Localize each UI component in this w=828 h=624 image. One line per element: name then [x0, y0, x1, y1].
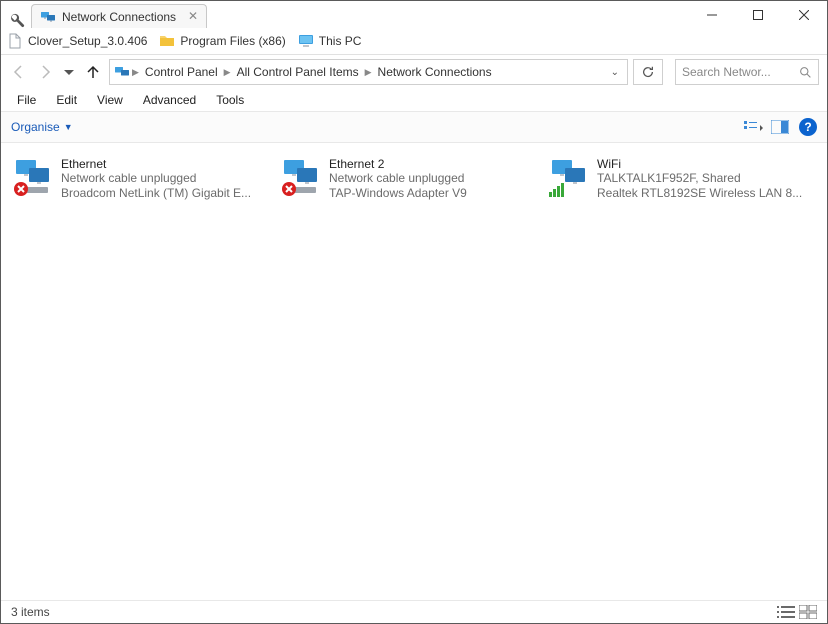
- menu-edit[interactable]: Edit: [48, 91, 85, 109]
- view-options-button[interactable]: [741, 116, 767, 138]
- menu-tools[interactable]: Tools: [208, 91, 252, 109]
- up-button[interactable]: [83, 62, 103, 82]
- breadcrumb-segment[interactable]: All Control Panel Items: [233, 63, 363, 81]
- organise-button[interactable]: Organise ▼: [11, 120, 73, 134]
- search-placeholder: Search Networ...: [682, 65, 793, 79]
- network-adapter-icon: [13, 157, 53, 197]
- back-button[interactable]: [9, 62, 29, 82]
- chevron-down-icon: ▼: [64, 122, 73, 132]
- close-button[interactable]: [781, 1, 827, 28]
- connection-name: Ethernet: [61, 157, 269, 171]
- address-bar[interactable]: ▶ Control Panel ▶ All Control Panel Item…: [109, 59, 628, 85]
- connection-device: Realtek RTL8192SE Wireless LAN 8...: [597, 186, 805, 201]
- favorite-this-pc[interactable]: This PC: [298, 33, 362, 49]
- connections-list: Ethernet Network cable unplugged Broadco…: [1, 143, 827, 600]
- tab-title: Network Connections: [62, 10, 176, 24]
- menu-bar: File Edit View Advanced Tools: [1, 89, 827, 111]
- recent-locations-button[interactable]: [61, 64, 77, 80]
- favorites-bar: Clover_Setup_3.0.406 Program Files (x86)…: [1, 28, 827, 55]
- error-overlay-icon: [13, 181, 29, 197]
- minimize-button[interactable]: [689, 1, 735, 28]
- favorite-clover-setup[interactable]: Clover_Setup_3.0.406: [7, 33, 147, 49]
- chevron-right-icon[interactable]: ▶: [365, 67, 372, 78]
- menu-file[interactable]: File: [9, 91, 44, 109]
- breadcrumb-segment[interactable]: Control Panel: [141, 63, 222, 81]
- window-controls: [689, 1, 827, 28]
- tab-strip: Network Connections ✕: [1, 1, 689, 28]
- connection-item[interactable]: WiFi TALKTALK1F952F, Shared Realtek RTL8…: [543, 153, 811, 205]
- explorer-window: Network Connections ✕ Clover_Setup_3.0.4…: [0, 0, 828, 624]
- file-icon: [7, 33, 23, 49]
- preview-pane-button[interactable]: [767, 116, 793, 138]
- chevron-right-icon[interactable]: ▶: [224, 67, 231, 78]
- organise-label: Organise: [11, 120, 60, 134]
- breadcrumb-segment[interactable]: Network Connections: [374, 63, 496, 81]
- search-icon: [799, 66, 812, 79]
- status-bar: 3 items: [1, 600, 827, 623]
- this-pc-icon: [298, 33, 314, 49]
- network-connections-icon: [40, 9, 56, 25]
- wifi-signal-icon: [549, 181, 567, 197]
- chevron-right-icon[interactable]: ▶: [132, 67, 139, 78]
- connection-item[interactable]: Ethernet Network cable unplugged Broadco…: [7, 153, 275, 205]
- connection-status: TALKTALK1F952F, Shared: [597, 171, 805, 186]
- favorite-program-files[interactable]: Program Files (x86): [159, 33, 285, 49]
- details-view-icon[interactable]: [777, 605, 795, 619]
- refresh-button[interactable]: [633, 59, 663, 85]
- folder-icon: [159, 33, 175, 49]
- connection-name: WiFi: [597, 157, 805, 171]
- wrench-icon: [9, 12, 25, 28]
- network-adapter-icon: [549, 157, 589, 197]
- address-dropdown-icon[interactable]: ⌄: [611, 67, 623, 78]
- favorite-label: Program Files (x86): [180, 34, 285, 48]
- tiles-view-icon[interactable]: [799, 605, 817, 619]
- navigation-bar: ▶ Control Panel ▶ All Control Panel Item…: [1, 55, 827, 89]
- tab-close-icon[interactable]: ✕: [188, 9, 198, 23]
- menu-advanced[interactable]: Advanced: [135, 91, 204, 109]
- maximize-button[interactable]: [735, 1, 781, 28]
- command-bar: Organise ▼ ?: [1, 111, 827, 143]
- forward-button[interactable]: [35, 62, 55, 82]
- network-connections-icon: [114, 64, 130, 80]
- tab-network-connections[interactable]: Network Connections ✕: [31, 4, 207, 28]
- error-overlay-icon: [281, 181, 297, 197]
- favorite-label: This PC: [319, 34, 362, 48]
- connection-item[interactable]: Ethernet 2 Network cable unplugged TAP-W…: [275, 153, 543, 205]
- connection-device: Broadcom NetLink (TM) Gigabit E...: [61, 186, 269, 201]
- favorite-label: Clover_Setup_3.0.406: [28, 34, 147, 48]
- network-adapter-icon: [281, 157, 321, 197]
- search-input[interactable]: Search Networ...: [675, 59, 819, 85]
- status-text: 3 items: [11, 605, 50, 619]
- menu-view[interactable]: View: [89, 91, 131, 109]
- help-button[interactable]: ?: [799, 118, 817, 136]
- connection-name: Ethernet 2: [329, 157, 537, 171]
- connection-status: Network cable unplugged: [61, 171, 269, 186]
- connection-status: Network cable unplugged: [329, 171, 537, 186]
- connection-device: TAP-Windows Adapter V9: [329, 186, 537, 201]
- titlebar: Network Connections ✕: [1, 1, 827, 28]
